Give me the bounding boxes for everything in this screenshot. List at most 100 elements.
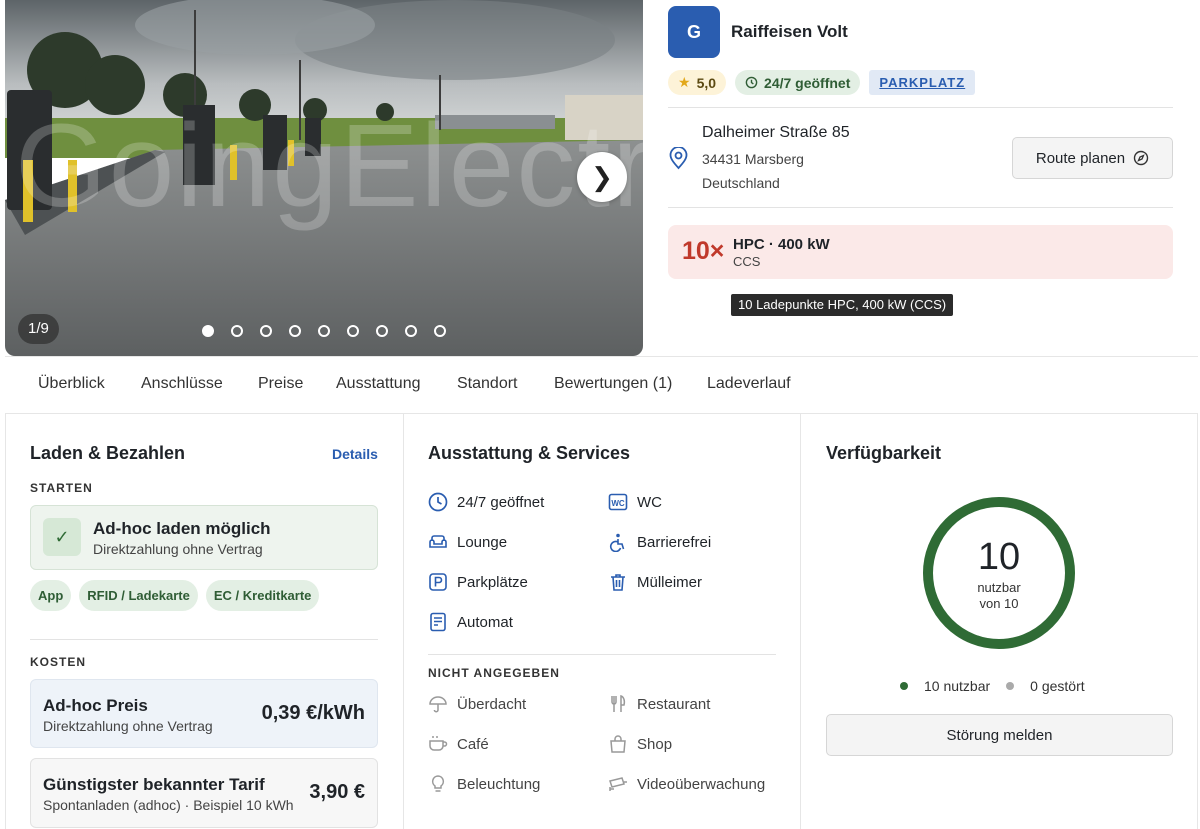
- divider: [668, 107, 1173, 108]
- amenity-vending: Automat: [428, 612, 513, 632]
- amenity-covered: Überdacht: [428, 694, 526, 714]
- amenity-lounge: Lounge: [428, 532, 507, 552]
- gallery-dots: [202, 325, 446, 337]
- coffee-cup-icon: [429, 736, 448, 751]
- location-pin-icon: [669, 147, 688, 170]
- photo-watermark: GoingElectric: [15, 100, 643, 232]
- payment-method-chip: EC / Kreditkarte: [205, 580, 320, 611]
- cost-section-label: KOSTEN: [30, 655, 87, 669]
- compass-icon: [1133, 150, 1149, 166]
- next-photo-button[interactable]: ❯: [577, 152, 627, 202]
- charging-point-summary[interactable]: 10× HPC · 400 kW CCS: [668, 225, 1173, 279]
- opening-text: 24/7 geöffnet: [764, 74, 851, 91]
- rating-value: 5,0: [696, 74, 717, 91]
- tab-prices[interactable]: Preise: [258, 375, 303, 393]
- trash-icon: [611, 574, 625, 591]
- amenity-label: Parkplätze: [457, 573, 528, 591]
- address-country: Deutschland: [702, 175, 780, 191]
- svg-text:WC: WC: [611, 499, 625, 508]
- amenity-cafe: Café: [428, 734, 489, 754]
- amenity-video-surveillance: Videoüberwachung: [608, 774, 765, 794]
- legend-usable-text: 10 nutzbar: [924, 678, 991, 694]
- chevron-right-icon: ❯: [591, 161, 613, 192]
- cctv-camera-icon: [609, 777, 627, 791]
- charging-point-count: 10×: [682, 237, 725, 265]
- divider: [668, 207, 1173, 208]
- amenity-label: Mülleimer: [637, 573, 703, 591]
- legend-usable: 10 nutzbar: [900, 678, 990, 694]
- tab-overview[interactable]: Überblick: [38, 375, 105, 393]
- amenity-lighting: Beleuchtung: [428, 774, 540, 794]
- cheapest-tariff-value: 3,90 €: [309, 781, 365, 803]
- adhoc-price-subtitle: Direktzahlung ohne Vertrag: [43, 718, 213, 734]
- amenity-label: Restaurant: [637, 695, 711, 713]
- usable-count: 10: [977, 536, 1021, 578]
- amenity-label: Beleuchtung: [457, 775, 541, 793]
- accessibility-icon: [609, 533, 625, 552]
- usable-label: nutzbar: [977, 580, 1021, 595]
- payment-panel-title: Laden & Bezahlen: [30, 443, 186, 463]
- cheapest-tariff-title: Günstigster bekannter Tarif: [43, 775, 265, 794]
- amenity-label: 24/7 geöffnet: [457, 493, 545, 511]
- payment-method-chip: RFID / Ladekarte: [79, 580, 198, 611]
- route-plan-button[interactable]: Route planen: [1012, 137, 1173, 179]
- cutlery-icon: [611, 694, 626, 712]
- amenity-open-24-7: 24/7 geöffnet: [428, 492, 544, 512]
- star-icon: ★: [678, 74, 691, 90]
- amenity-label: Café: [457, 735, 489, 753]
- legend-broken-text: 0 gestört: [1030, 678, 1085, 694]
- gallery-dot[interactable]: [434, 325, 446, 337]
- tab-amenities[interactable]: Ausstattung: [336, 375, 421, 393]
- gallery-dot[interactable]: [289, 325, 301, 337]
- charging-point-connector: CCS: [733, 254, 761, 269]
- gallery-dot[interactable]: [376, 325, 388, 337]
- amenity-label: Überdacht: [457, 695, 527, 713]
- gallery-dot[interactable]: [231, 325, 243, 337]
- tab-reviews[interactable]: Bewertungen (1): [554, 375, 672, 393]
- unknown-section-label: NICHT ANGEGEBEN: [428, 666, 560, 680]
- section-tabs: Überblick Anschlüsse Preise Ausstattung …: [5, 356, 1198, 414]
- cheapest-tariff-subtitle: Spontanladen (adhoc) · Beispiel 10 kWh: [43, 797, 294, 813]
- tab-connectors[interactable]: Anschlüsse: [141, 375, 223, 393]
- operator-logo: G: [668, 6, 720, 58]
- payment-details-link[interactable]: Details: [332, 446, 378, 462]
- location-type-badge[interactable]: PARKPLATZ: [869, 70, 976, 95]
- address-city: 34431 Marsberg: [702, 151, 804, 167]
- photo-gallery[interactable]: GoingElectric ❯ 1/9: [5, 0, 643, 356]
- payment-method-chip: App: [30, 580, 72, 611]
- parking-icon: [429, 573, 447, 591]
- gallery-dot[interactable]: [347, 325, 359, 337]
- gallery-dot[interactable]: [260, 325, 272, 337]
- amenity-parking: Parkplätze: [428, 572, 528, 592]
- adhoc-charging-card: ✓ Ad-hoc laden möglich Direktzahlung ohn…: [30, 505, 378, 570]
- amenity-label: WC: [637, 493, 662, 511]
- report-issue-button[interactable]: Störung melden: [826, 714, 1173, 756]
- broken-dot-icon: [1006, 682, 1015, 690]
- clock-icon: [745, 76, 758, 89]
- operator-name: Raiffeisen Volt: [731, 22, 848, 41]
- gallery-dot[interactable]: [405, 325, 417, 337]
- gallery-dot[interactable]: [318, 325, 330, 337]
- amenity-label: Barrierefrei: [637, 533, 712, 551]
- adhoc-title: Ad-hoc laden möglich: [93, 519, 271, 538]
- amenity-shop: Shop: [608, 734, 672, 754]
- start-section-label: STARTEN: [30, 481, 93, 495]
- payment-methods: App RFID / Ladekarte EC / Kreditkarte: [30, 580, 320, 611]
- tab-charging-history[interactable]: Ladeverlauf: [707, 375, 791, 393]
- divider: [800, 414, 801, 829]
- address-street: Dalheimer Straße 85: [702, 124, 850, 141]
- gallery-dot[interactable]: [202, 325, 214, 337]
- amenity-label: Videoüberwachung: [637, 775, 766, 793]
- availability-ring: 10 nutzbar von 10: [922, 496, 1076, 650]
- sofa-icon: [429, 535, 447, 548]
- clock-icon: [428, 492, 448, 512]
- divider: [30, 639, 378, 640]
- total-label: von 10: [979, 596, 1019, 611]
- rating-badge[interactable]: ★ 5,0: [668, 70, 727, 95]
- amenity-label: Automat: [457, 613, 513, 631]
- amenity-accessible: Barrierefrei: [608, 532, 711, 552]
- photo-counter: 1/9: [18, 314, 59, 344]
- tab-location[interactable]: Standort: [457, 375, 517, 393]
- amenity-restaurant: Restaurant: [608, 694, 710, 714]
- station-badges: ★ 5,0 24/7 geöffnet PARKPLATZ: [668, 70, 976, 95]
